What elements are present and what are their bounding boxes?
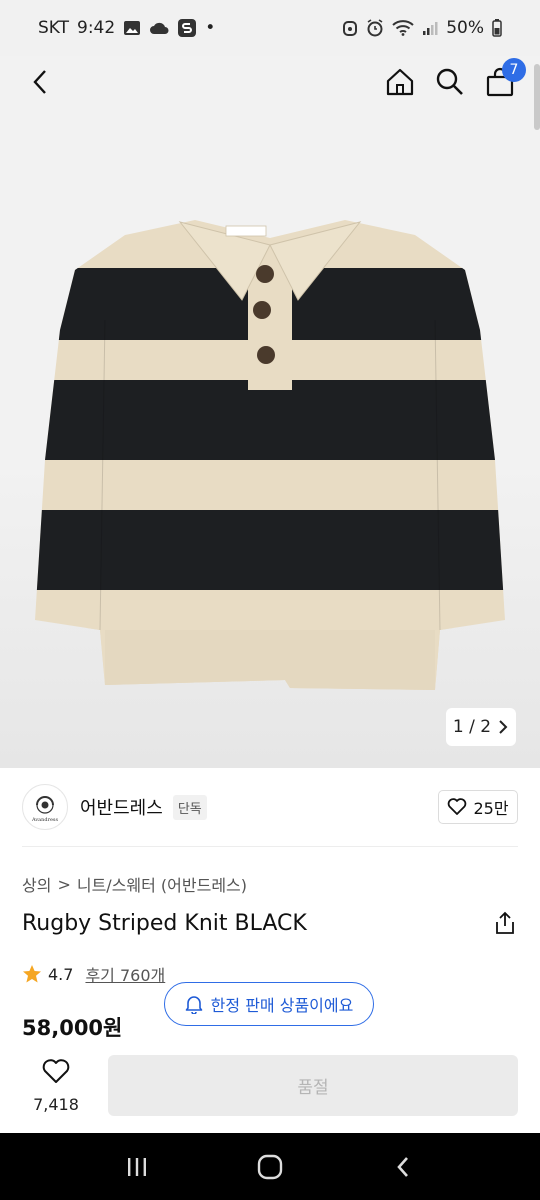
product-image-gallery[interactable]: 1 / 2	[0, 0, 540, 768]
divider	[22, 846, 518, 847]
cart-badge: 7	[502, 58, 526, 82]
brand-logo-emblem: Avandress	[31, 796, 59, 823]
search-icon	[436, 68, 463, 95]
brand-row: Avandress 어반드레스 단독 25만	[22, 782, 518, 832]
carrier: SKT	[38, 18, 70, 38]
battery-icon	[492, 19, 502, 37]
recent-apps-icon	[127, 1157, 146, 1176]
exclusive-badge: 단독	[172, 794, 207, 820]
system-navigation-bar	[0, 1133, 540, 1200]
sold-out-button[interactable]: 품절	[108, 1055, 518, 1116]
breadcrumb-item-tops[interactable]: 상의	[22, 872, 51, 896]
share-icon	[496, 911, 514, 934]
cart-button[interactable]: 7	[484, 58, 526, 98]
signal-icon	[422, 20, 438, 36]
limited-sale-text: 한정 판매 상품이에요	[210, 996, 354, 1015]
bell-icon	[185, 996, 202, 1014]
s-app-icon	[177, 18, 197, 38]
wishlist-count: 7,418	[33, 1095, 79, 1114]
pager-label: 1 / 2	[452, 717, 492, 737]
gallery-pager[interactable]: 1 / 2	[446, 708, 516, 746]
top-navigation: 7	[0, 56, 540, 112]
back-chevron-icon	[397, 1156, 409, 1177]
product-image	[35, 220, 505, 690]
brand-like-button[interactable]: 25만	[438, 790, 518, 824]
brand-like-count: 25만	[473, 799, 509, 818]
status-bar: SKT 9:42 • 50%	[0, 0, 540, 56]
back-button[interactable]	[24, 66, 56, 98]
heart-outline-icon	[42, 1059, 70, 1083]
review-count-link[interactable]: 후기 760개	[85, 962, 165, 986]
back-icon	[33, 70, 46, 94]
alarm-icon	[342, 19, 358, 37]
clock-time: 9:42	[77, 18, 116, 38]
recent-apps-button[interactable]	[117, 1147, 157, 1187]
battery-percent: 50%	[446, 18, 484, 38]
share-button[interactable]	[492, 910, 518, 936]
notification-dot: •	[205, 18, 216, 38]
breadcrumb: 상의 > 니트/스웨터 (어반드레스)	[22, 872, 247, 896]
chevron-right-icon	[499, 720, 508, 734]
star-icon	[23, 965, 41, 983]
heart-icon	[448, 798, 467, 815]
home-icon	[386, 68, 414, 96]
image-icon	[123, 20, 141, 36]
home-system-button[interactable]	[250, 1147, 290, 1187]
clock-icon	[366, 19, 384, 37]
brand-logo[interactable]: Avandress	[22, 784, 68, 830]
search-button[interactable]	[434, 66, 466, 98]
home-circle-icon	[257, 1154, 283, 1179]
breadcrumb-separator: >	[57, 874, 71, 894]
wifi-icon	[392, 20, 414, 36]
product-title: Rugby Striped Knit BLACK	[22, 910, 307, 936]
rating-row: 4.7 후기 760개	[22, 962, 165, 986]
home-button[interactable]	[384, 66, 416, 98]
rating-value: 4.7	[48, 964, 74, 984]
wishlist-button[interactable]: 7,418	[26, 1058, 86, 1114]
limited-sale-notice: 한정 판매 상품이에요	[164, 982, 374, 1026]
product-price: 58,000원	[22, 1016, 123, 1040]
breadcrumb-item-knit[interactable]: 니트/스웨터 (어반드레스)	[77, 872, 247, 896]
brand-name[interactable]: 어반드레스	[80, 794, 163, 820]
cloud-icon	[149, 21, 169, 35]
back-system-button[interactable]	[383, 1147, 423, 1187]
svg-text:Avandress: Avandress	[31, 817, 59, 823]
title-row: Rugby Striped Knit BLACK	[22, 906, 518, 940]
